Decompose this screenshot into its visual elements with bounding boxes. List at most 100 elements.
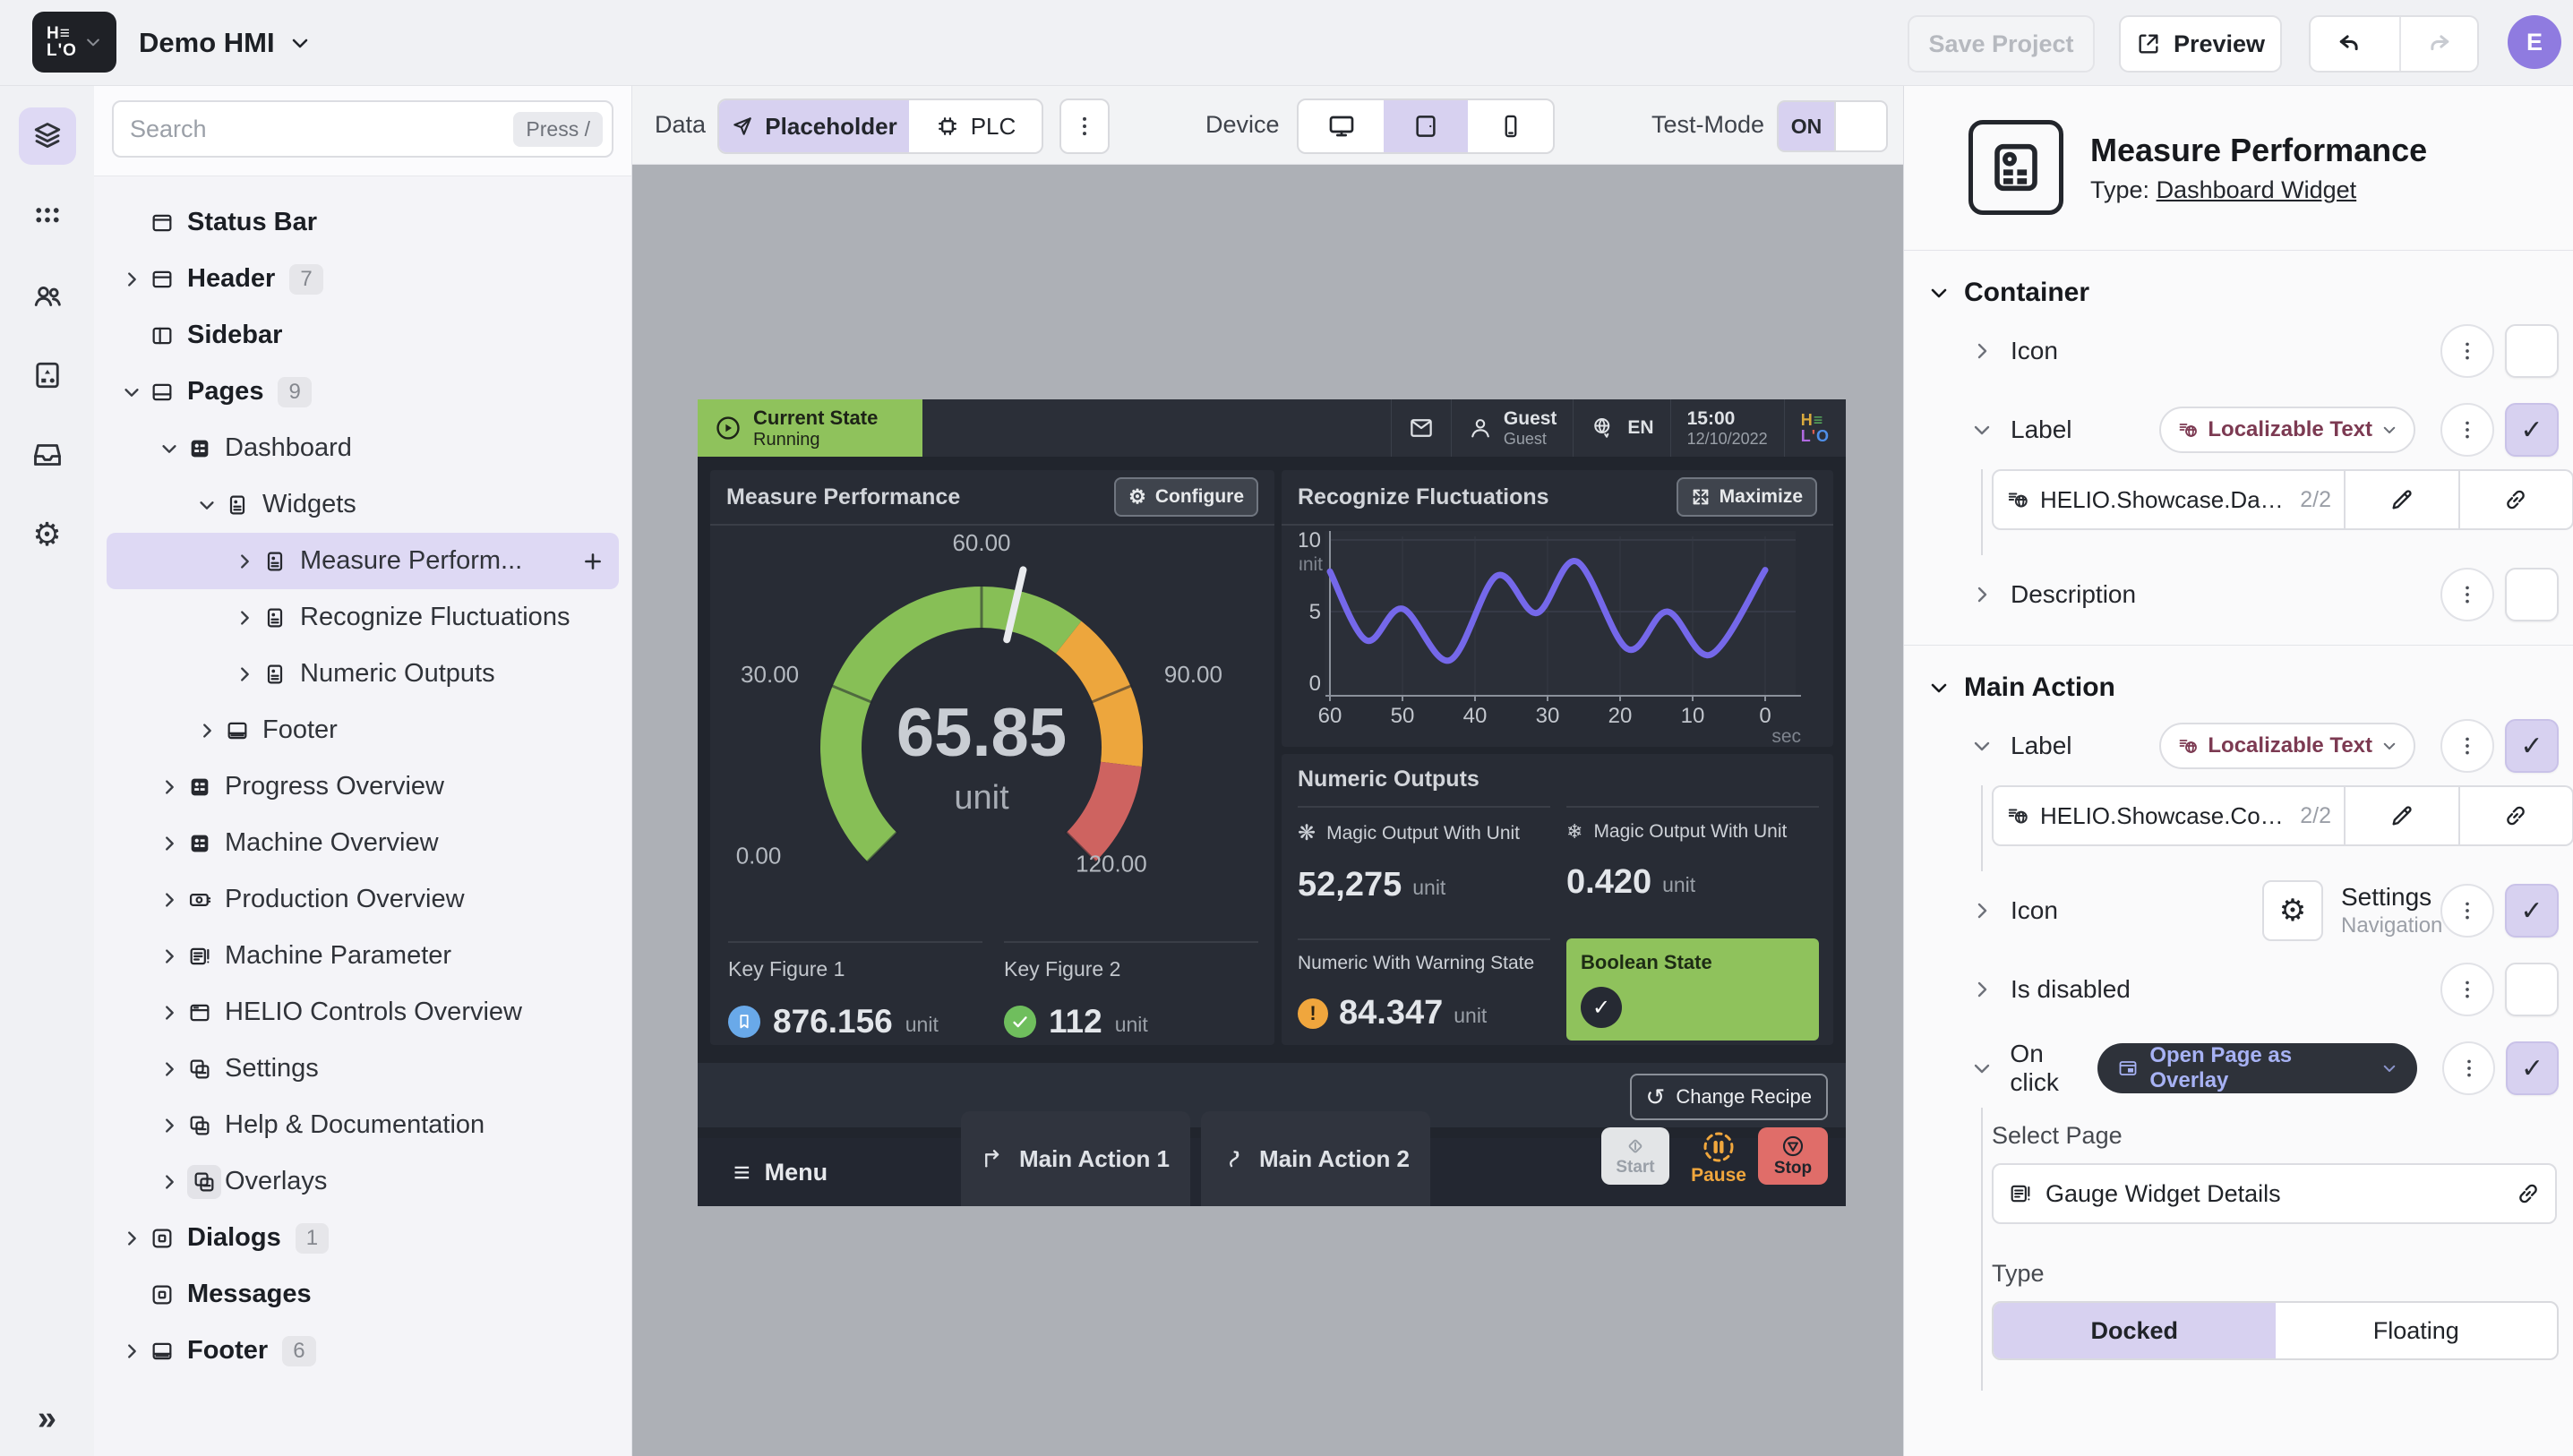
kebab-menu-button[interactable]	[2440, 568, 2494, 621]
tree-item-footer[interactable]: Footer	[107, 702, 619, 758]
section-heading-container[interactable]: Container	[1904, 251, 2573, 312]
tree-item-sidebar[interactable]: Sidebar	[107, 307, 619, 364]
property-row-icon[interactable]: Icon	[1904, 312, 2573, 390]
tree-item-helio-controls-overview[interactable]: HELIO Controls Overview	[107, 984, 619, 1041]
data-source-plc[interactable]: PLC	[909, 100, 1042, 152]
chevron-right-icon[interactable]	[189, 721, 225, 741]
type-option-docked[interactable]: Docked	[1994, 1303, 2276, 1358]
chevron-right-icon[interactable]	[1971, 584, 2002, 605]
chevron-right-icon[interactable]	[1971, 979, 2002, 1000]
gauge-widget[interactable]: Measure Performance ⚙ Configure 0.0030.0…	[710, 470, 1274, 1045]
chevron-right-icon[interactable]	[151, 890, 187, 910]
configure-button[interactable]: ⚙ Configure	[1114, 477, 1258, 517]
hmi-language-button[interactable]: EN	[1573, 399, 1669, 457]
rail-item-inbox[interactable]	[19, 426, 76, 484]
rail-item-settings[interactable]: ⚙	[19, 506, 76, 563]
chevron-down-icon[interactable]	[1971, 735, 2002, 757]
kebab-menu-button[interactable]	[2440, 963, 2494, 1016]
type-pill[interactable]: Localizable Text	[2159, 407, 2415, 453]
tree-item-production-overview[interactable]: Production Overview	[107, 871, 619, 928]
add-child-button[interactable]	[581, 550, 605, 573]
tree-item-settings[interactable]: Settings	[107, 1041, 619, 1097]
chevron-right-icon[interactable]	[151, 834, 187, 853]
property-checkbox[interactable]: ✓	[2505, 884, 2559, 938]
property-checkbox[interactable]: ✓	[2506, 1041, 2559, 1095]
icon-picker-button[interactable]: ⚙	[2262, 880, 2323, 941]
hmi-menu-button[interactable]: ≡ Menu	[733, 1138, 828, 1206]
rail-item-components[interactable]	[19, 187, 76, 244]
chevron-right-icon[interactable]	[114, 270, 150, 289]
property-row-label[interactable]: LabelLocalizable Text✓	[1904, 390, 2573, 469]
preview-button[interactable]: Preview	[2119, 15, 2282, 73]
chevron-right-icon[interactable]	[114, 1229, 150, 1248]
chevron-right-icon[interactable]	[151, 1003, 187, 1023]
main-action-2-button[interactable]: Main Action 2	[1201, 1111, 1430, 1206]
property-row-on-click[interactable]: On clickOpen Page as Overlay✓	[1904, 1029, 2573, 1108]
tree-item-progress-overview[interactable]: Progress Overview	[107, 758, 619, 815]
chevron-right-icon[interactable]	[151, 946, 187, 966]
maximize-button[interactable]: Maximize	[1677, 477, 1817, 517]
design-canvas[interactable]: Current StateRunning GuestGuest EN 15:00…	[632, 165, 1903, 1456]
kebab-menu-button[interactable]	[2440, 719, 2494, 773]
chevron-down-icon[interactable]	[151, 439, 187, 458]
select-page-field[interactable]: Gauge Widget Details	[1992, 1163, 2557, 1224]
property-checkbox[interactable]	[2505, 963, 2559, 1016]
hmi-user-button[interactable]: GuestGuest	[1451, 399, 1574, 457]
test-mode-toggle[interactable]: ON	[1777, 100, 1888, 152]
tree-item-dashboard[interactable]: Dashboard	[107, 420, 619, 476]
project-switcher[interactable]: Demo HMI	[139, 0, 311, 85]
tree-item-measure-perform[interactable]: Measure Perform...	[107, 533, 619, 589]
undo-button[interactable]	[2311, 17, 2387, 71]
rail-item-users[interactable]	[19, 267, 76, 324]
device-phone-button[interactable]	[1468, 100, 1553, 152]
chevron-right-icon[interactable]	[151, 777, 187, 797]
tree-item-numeric-outputs[interactable]: Numeric Outputs	[107, 646, 619, 702]
section-heading-main-action[interactable]: Main Action	[1904, 646, 2573, 707]
start-button[interactable]: Start	[1601, 1127, 1669, 1185]
type-pill[interactable]: Localizable Text	[2159, 723, 2415, 769]
chevron-down-icon[interactable]	[1971, 1058, 2001, 1079]
localization-key-field[interactable]: HELIO.Showcase.Con...2/2	[1992, 785, 2346, 846]
chevron-right-icon[interactable]	[1971, 340, 2002, 362]
property-row-is-disabled[interactable]: Is disabled	[1904, 950, 2573, 1029]
stop-button[interactable]: Stop	[1758, 1127, 1828, 1185]
rail-item-flow-document[interactable]	[19, 347, 76, 404]
kebab-menu-button[interactable]	[2440, 403, 2494, 457]
link-translation-button[interactable]	[2460, 469, 2573, 530]
data-more-button[interactable]	[1059, 98, 1110, 154]
tree-item-overlays[interactable]: Overlays	[107, 1153, 619, 1210]
device-tablet-button[interactable]	[1384, 100, 1468, 152]
property-row-description[interactable]: Description	[1904, 555, 2573, 634]
tree-item-recognize-fluctuations[interactable]: Recognize Fluctuations	[107, 589, 619, 646]
user-avatar[interactable]: E	[2508, 15, 2561, 69]
hmi-mail-button[interactable]	[1391, 399, 1451, 457]
fluctuations-widget[interactable]: Recognize Fluctuations Maximize 0510unit…	[1282, 470, 1833, 747]
main-action-1-button[interactable]: Main Action 1	[961, 1111, 1190, 1206]
property-checkbox[interactable]	[2505, 568, 2559, 621]
search-input[interactable]: Search Press /	[112, 100, 613, 158]
link-translation-button[interactable]	[2460, 785, 2573, 846]
tree-item-status-bar[interactable]: Status Bar	[107, 194, 619, 251]
tree-item-dialogs[interactable]: Dialogs1	[107, 1210, 619, 1266]
kebab-menu-button[interactable]	[2440, 324, 2494, 378]
property-row-icon[interactable]: Icon⚙SettingsNavigation✓	[1904, 871, 2573, 950]
chevron-right-icon[interactable]	[151, 1172, 187, 1192]
device-desktop-button[interactable]	[1299, 100, 1384, 152]
on-click-action-pill[interactable]: Open Page as Overlay	[2097, 1043, 2417, 1093]
tree-item-machine-overview[interactable]: Machine Overview	[107, 815, 619, 871]
chevron-down-icon[interactable]	[189, 495, 225, 515]
type-link[interactable]: Dashboard Widget	[2157, 176, 2357, 203]
save-project-button[interactable]: Save Project	[1908, 15, 2095, 73]
property-checkbox[interactable]: ✓	[2505, 719, 2559, 773]
tree-item-pages[interactable]: Pages9	[107, 364, 619, 420]
property-row-label[interactable]: LabelLocalizable Text✓	[1904, 707, 2573, 785]
property-checkbox[interactable]: ✓	[2505, 403, 2559, 457]
tree-item-messages[interactable]: Messages	[107, 1266, 619, 1323]
chevron-right-icon[interactable]	[227, 552, 262, 571]
pause-button[interactable]: Pause	[1687, 1129, 1750, 1186]
edit-translation-button[interactable]	[2346, 785, 2460, 846]
tree-item-widgets[interactable]: Widgets	[107, 476, 619, 533]
property-checkbox[interactable]	[2505, 324, 2559, 378]
change-recipe-button[interactable]: ↺ Change Recipe	[1630, 1074, 1828, 1120]
edit-translation-button[interactable]	[2346, 469, 2460, 530]
